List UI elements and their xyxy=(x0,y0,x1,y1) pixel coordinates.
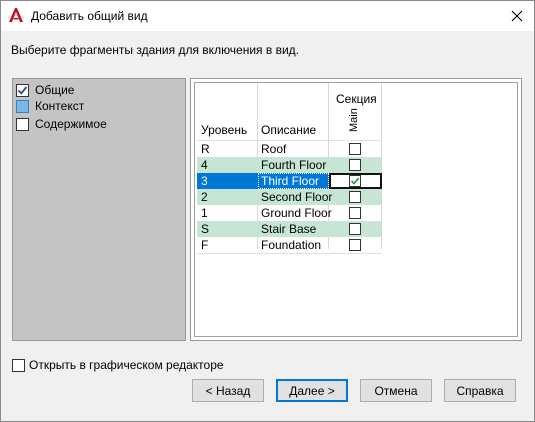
autocad-logo-icon xyxy=(8,7,24,23)
checkmark-icon xyxy=(17,85,28,95)
table-bottom-line xyxy=(197,253,381,254)
description-cell: Second Floor xyxy=(261,190,333,204)
close-icon xyxy=(511,10,523,22)
table-row[interactable]: 4 Fourth Floor xyxy=(197,157,381,173)
level-cell: F xyxy=(201,238,209,252)
table-row[interactable]: R Roof xyxy=(197,141,381,157)
main-checkbox[interactable] xyxy=(349,143,361,155)
open-in-editor-checkbox[interactable] xyxy=(12,358,25,372)
description-cell: Roof xyxy=(261,142,287,156)
header-description[interactable]: Описание xyxy=(261,123,316,137)
main-checkbox[interactable] xyxy=(349,239,361,251)
level-cell: S xyxy=(201,222,210,236)
add-general-view-dialog: Добавить общий вид Выберите фрагменты зд… xyxy=(0,0,535,422)
open-in-editor-label: Открыть в графическом редакторе xyxy=(29,358,224,372)
main-checkbox[interactable] xyxy=(349,207,361,219)
back-button[interactable]: < Назад xyxy=(192,379,264,402)
cancel-button[interactable]: Отмена xyxy=(360,379,432,402)
category-checkbox-content[interactable] xyxy=(16,117,29,131)
table-row[interactable]: F Foundation xyxy=(197,237,381,253)
header-main[interactable]: Main xyxy=(348,108,360,132)
main-checkbox[interactable] xyxy=(349,191,361,203)
table-row-selected[interactable]: 3 Third Floor xyxy=(197,173,382,189)
category-item-general[interactable]: Общие xyxy=(16,82,74,98)
next-button[interactable]: Далее > xyxy=(276,379,348,402)
category-label: Контекст xyxy=(35,99,85,113)
category-label: Общие xyxy=(35,83,75,97)
description-cell: Ground Floor xyxy=(261,206,332,220)
header-level[interactable]: Уровень xyxy=(201,123,247,137)
level-cell: 3 xyxy=(201,174,208,188)
category-label: Содержимое xyxy=(35,117,107,131)
close-button[interactable] xyxy=(500,1,534,31)
category-checkbox-context[interactable] xyxy=(16,99,29,113)
instruction-text: Выберите фрагменты здания для включения … xyxy=(11,43,300,57)
level-cell: 4 xyxy=(201,158,208,172)
window-title: Добавить общий вид xyxy=(31,9,148,23)
table-row[interactable]: S Stair Base xyxy=(197,221,381,237)
description-cell: Stair Base xyxy=(261,222,317,236)
fragment-grid[interactable]: Уровень Описание Секция Main R Roof 4 Fo… xyxy=(194,82,518,337)
level-cell: R xyxy=(201,142,210,156)
category-item-context[interactable]: Контекст xyxy=(16,98,84,114)
fragment-grid-frame: Уровень Описание Секция Main R Roof 4 Fo… xyxy=(190,78,522,341)
open-in-editor-option[interactable]: Открыть в графическом редакторе xyxy=(12,358,224,372)
main-checkbox[interactable] xyxy=(349,223,361,235)
category-checkbox-general[interactable] xyxy=(16,83,29,97)
description-cell: Fourth Floor xyxy=(261,158,327,172)
main-checkbox[interactable] xyxy=(349,175,361,187)
description-cell: Foundation xyxy=(261,238,322,252)
header-section: Секция xyxy=(336,92,377,106)
table-row[interactable]: 2 Second Floor xyxy=(197,189,381,205)
category-list[interactable]: Общие Контекст Содержимое xyxy=(12,78,186,341)
main-checkbox[interactable] xyxy=(349,159,361,171)
level-cell: 1 xyxy=(201,206,208,220)
title-bar: Добавить общий вид xyxy=(1,1,534,31)
level-cell: 2 xyxy=(201,190,208,204)
column-divider xyxy=(381,83,382,249)
help-button[interactable]: Справка xyxy=(444,379,516,402)
category-item-content[interactable]: Содержимое xyxy=(16,116,107,132)
table-row[interactable]: 1 Ground Floor xyxy=(197,205,381,221)
description-cell: Third Floor xyxy=(261,174,320,188)
checkmark-icon xyxy=(350,177,360,185)
